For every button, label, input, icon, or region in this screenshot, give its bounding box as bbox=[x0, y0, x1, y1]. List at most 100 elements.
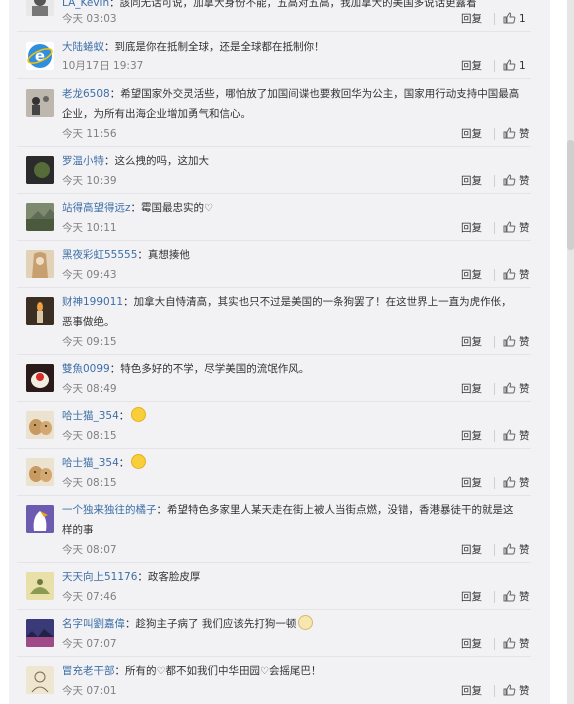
avatar[interactable] bbox=[26, 250, 54, 278]
comment-username[interactable]: 名字叫劉嘉偉 bbox=[62, 618, 125, 630]
comment-time: 今天 08:15 bbox=[62, 477, 117, 489]
reply-button[interactable]: 回复 bbox=[461, 382, 482, 396]
reply-button[interactable]: 回复 bbox=[461, 429, 482, 443]
like-button[interactable]: 赞 bbox=[503, 382, 530, 396]
comment-time: 今天 11:56 bbox=[62, 128, 117, 140]
comment-time: 今天 10:39 bbox=[62, 175, 117, 187]
like-button[interactable]: 1 bbox=[503, 59, 526, 73]
scrollbar-thumb[interactable] bbox=[567, 140, 574, 250]
comment-text: 到底是你在抵制全球，还是全球都在抵制你！ bbox=[114, 41, 325, 53]
avatar[interactable] bbox=[26, 203, 54, 231]
avatar[interactable] bbox=[26, 156, 54, 184]
reply-button[interactable]: 回复 bbox=[461, 476, 482, 490]
smirk-emoji-icon bbox=[131, 407, 147, 422]
reply-button[interactable]: 回复 bbox=[461, 543, 482, 557]
comment-item: 黑夜彩虹55555：真想揍他 今天 09:43 回复 赞 bbox=[17, 241, 531, 288]
thumbs-up-icon bbox=[503, 59, 516, 71]
like-button[interactable]: 赞 bbox=[503, 543, 530, 557]
comment-item: LA_Kevin：該同无话可说，加拿大身份不能，五高对五高，我加拿大的美国多说话… bbox=[17, 0, 531, 32]
like-button[interactable]: 赞 bbox=[503, 174, 530, 188]
comment-time: 今天 09:15 bbox=[62, 336, 117, 348]
comment-username[interactable]: 罗温小特 bbox=[62, 155, 104, 167]
reply-button[interactable]: 回复 bbox=[461, 12, 482, 26]
reply-button[interactable]: 回复 bbox=[461, 335, 482, 349]
comment-item: 哈士猫_354： 今天 08:15 回复 赞 bbox=[17, 449, 531, 496]
comment-text: 特色多好的不学，尽学美国的流氓作风。 bbox=[120, 363, 310, 375]
reply-button[interactable]: 回复 bbox=[461, 221, 482, 235]
reply-button[interactable]: 回复 bbox=[461, 684, 482, 698]
like-button[interactable]: 赞 bbox=[503, 476, 530, 490]
comment-item: 财神199011：加拿大自恃清高，其实也只不过是美国的一条狗罢了！在这世界上一直… bbox=[17, 288, 531, 355]
comment-item: 站得高望得远z：霉国最忠实的♡ 今天 10:11 回复 赞 bbox=[17, 194, 531, 241]
comment-username[interactable]: 一个独来独往的橘子 bbox=[62, 504, 157, 516]
comment-text: 所有的 bbox=[125, 665, 157, 677]
comment-username[interactable]: 黑夜彩虹55555 bbox=[62, 249, 137, 261]
comment-item: 一个独来独往的橘子：希望特色多家里人某天走在街上被人当街点燃，没错，香港暴徒干的… bbox=[17, 496, 531, 563]
comment-time: 今天 03:03 bbox=[62, 13, 117, 25]
reply-button[interactable]: 回复 bbox=[461, 590, 482, 604]
like-button[interactable]: 赞 bbox=[503, 637, 530, 651]
thumbs-up-icon bbox=[503, 429, 516, 441]
thumbs-up-icon bbox=[503, 335, 516, 347]
comment-time: 今天 09:43 bbox=[62, 269, 117, 281]
like-button[interactable]: 赞 bbox=[503, 221, 530, 235]
thumbs-up-icon bbox=[503, 174, 516, 186]
comment-username[interactable]: 天天向上51176 bbox=[62, 571, 137, 583]
comment-username[interactable]: 哈士猫_354 bbox=[62, 457, 119, 469]
avatar[interactable] bbox=[26, 505, 54, 533]
avatar[interactable] bbox=[26, 458, 54, 486]
comment-time: 今天 08:07 bbox=[62, 544, 117, 556]
thumbs-up-icon bbox=[503, 590, 516, 602]
comment-username[interactable]: LA_Kevin bbox=[62, 0, 109, 9]
comment-item: 天天向上51176：政客脸皮厚 今天 07:46 回复 赞 bbox=[17, 563, 531, 610]
like-button[interactable]: 1 bbox=[503, 12, 526, 26]
avatar[interactable] bbox=[26, 297, 54, 325]
avatar[interactable] bbox=[26, 666, 54, 694]
smile-emoji-icon bbox=[131, 454, 147, 469]
comment-username[interactable]: 老龙6508 bbox=[62, 88, 110, 100]
like-button[interactable]: 赞 bbox=[503, 590, 530, 604]
avatar[interactable] bbox=[26, 411, 54, 439]
like-button[interactable]: 赞 bbox=[503, 127, 530, 141]
comment-username[interactable]: 雙魚0099 bbox=[62, 363, 110, 375]
comment-item: 冒充老干部：所有的♡都不如我们中华田园♡会摇尾巴！ 今天 07:01 回复 赞 bbox=[17, 657, 531, 704]
thumbs-up-icon bbox=[503, 543, 516, 555]
comment-item: 雙魚0099：特色多好的不学，尽学美国的流氓作风。 今天 08:49 回复 赞 bbox=[17, 355, 531, 402]
comment-item: 名字叫劉嘉偉：趁狗主子病了 我们应该先打狗一顿 今天 07:07 回复 赞 bbox=[17, 610, 531, 657]
reply-button[interactable]: 回复 bbox=[461, 59, 482, 73]
avatar[interactable] bbox=[26, 0, 54, 16]
thumbs-up-icon bbox=[503, 12, 516, 24]
avatar[interactable] bbox=[26, 572, 54, 600]
comment-username[interactable]: 大陆蜷蚁 bbox=[62, 41, 104, 53]
comment-item: 老龙6508：希望国家外交灵活些，哪怕放了加国间谍也要救回华为公主，国家用行动支… bbox=[17, 79, 531, 147]
reply-button[interactable]: 回复 bbox=[461, 174, 482, 188]
avatar[interactable] bbox=[26, 619, 54, 647]
comment-time: 今天 07:07 bbox=[62, 638, 117, 650]
scrollbar-track[interactable] bbox=[567, 0, 574, 704]
comment-text: 霉国最忠实的 bbox=[141, 202, 205, 214]
avatar[interactable]: e bbox=[26, 42, 54, 70]
avatar[interactable] bbox=[26, 364, 54, 392]
broken-heart-icon: ♡ bbox=[204, 203, 213, 214]
comment-text: 希望国家外交灵活些，哪怕放了加国间谍也要救回华为公主，国家用行动支持中国最高企业… bbox=[62, 88, 520, 120]
reply-button[interactable]: 回复 bbox=[461, 127, 482, 141]
like-button[interactable]: 赞 bbox=[503, 429, 530, 443]
comment-item: e 大陆蜷蚁：到底是你在抵制全球，还是全球都在抵制你！ 10月17日 19:37… bbox=[17, 32, 531, 79]
comment-username[interactable]: 站得高望得远z bbox=[62, 202, 131, 214]
avatar[interactable] bbox=[26, 89, 54, 117]
like-button[interactable]: 赞 bbox=[503, 335, 530, 349]
like-button[interactable]: 赞 bbox=[503, 268, 530, 282]
reply-button[interactable]: 回复 bbox=[461, 268, 482, 282]
broken-heart-icon: ♡ bbox=[259, 666, 269, 677]
comment-time: 今天 10:11 bbox=[62, 222, 117, 234]
like-button[interactable]: 赞 bbox=[503, 684, 530, 698]
comment-username[interactable]: 冒充老干部 bbox=[62, 665, 115, 677]
comment-item: 哈士猫_354： 今天 08:15 回复 赞 bbox=[17, 402, 531, 449]
comment-username[interactable]: 财神199011 bbox=[62, 296, 123, 308]
reply-button[interactable]: 回复 bbox=[461, 637, 482, 651]
comment-username[interactable]: 哈士猫_354 bbox=[62, 410, 119, 422]
thumbs-up-icon bbox=[503, 268, 516, 280]
comment-time: 今天 07:01 bbox=[62, 685, 117, 697]
comment-text: 趁狗主子病了 我们应该先打狗一顿 bbox=[135, 618, 297, 630]
thumbs-up-icon bbox=[503, 637, 516, 649]
